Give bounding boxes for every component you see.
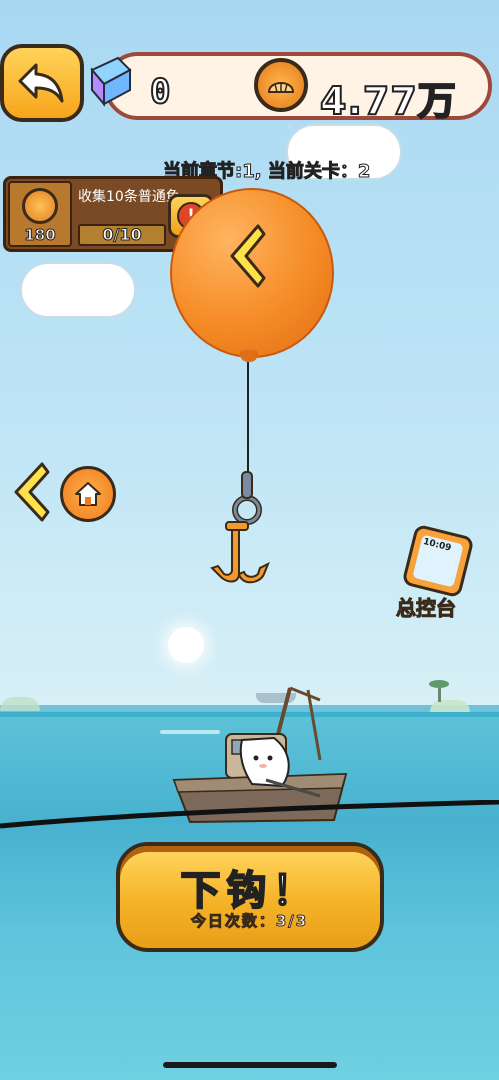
rope: [247, 362, 249, 480]
island-left: [0, 697, 40, 711]
quest-reward: 180: [24, 226, 56, 245]
cloud: [20, 262, 136, 318]
chevron-left-icon[interactable]: [224, 222, 268, 290]
home-icon: [75, 482, 101, 506]
gem-stack-icon: [84, 52, 134, 110]
chevron-left-icon[interactable]: [10, 460, 52, 524]
hook-icon: [210, 471, 270, 584]
back-button[interactable]: [0, 44, 84, 122]
palm-tree: [429, 680, 449, 702]
fishing-line: [0, 800, 499, 829]
cast-remaining-count: 今日次数：3/3: [190, 912, 309, 931]
shell-coin-icon: [254, 58, 308, 112]
island-right: [430, 700, 470, 712]
shell-coin-icon: [22, 188, 58, 224]
gem-count: 0: [149, 71, 172, 113]
back-arrow-icon: [18, 63, 64, 103]
cast-button-label: 下钩！: [180, 867, 319, 915]
home-button[interactable]: [60, 466, 116, 522]
home-indicator[interactable]: [163, 1062, 337, 1068]
phone-screen: 10:09: [412, 534, 464, 588]
quest-title: 收集10条普通鱼: [78, 189, 180, 205]
quest-progress-text: 0/10: [102, 225, 142, 245]
console-label: 总控台: [396, 596, 457, 621]
coin-amount: 4.77万: [319, 78, 457, 124]
sun: [168, 627, 204, 663]
